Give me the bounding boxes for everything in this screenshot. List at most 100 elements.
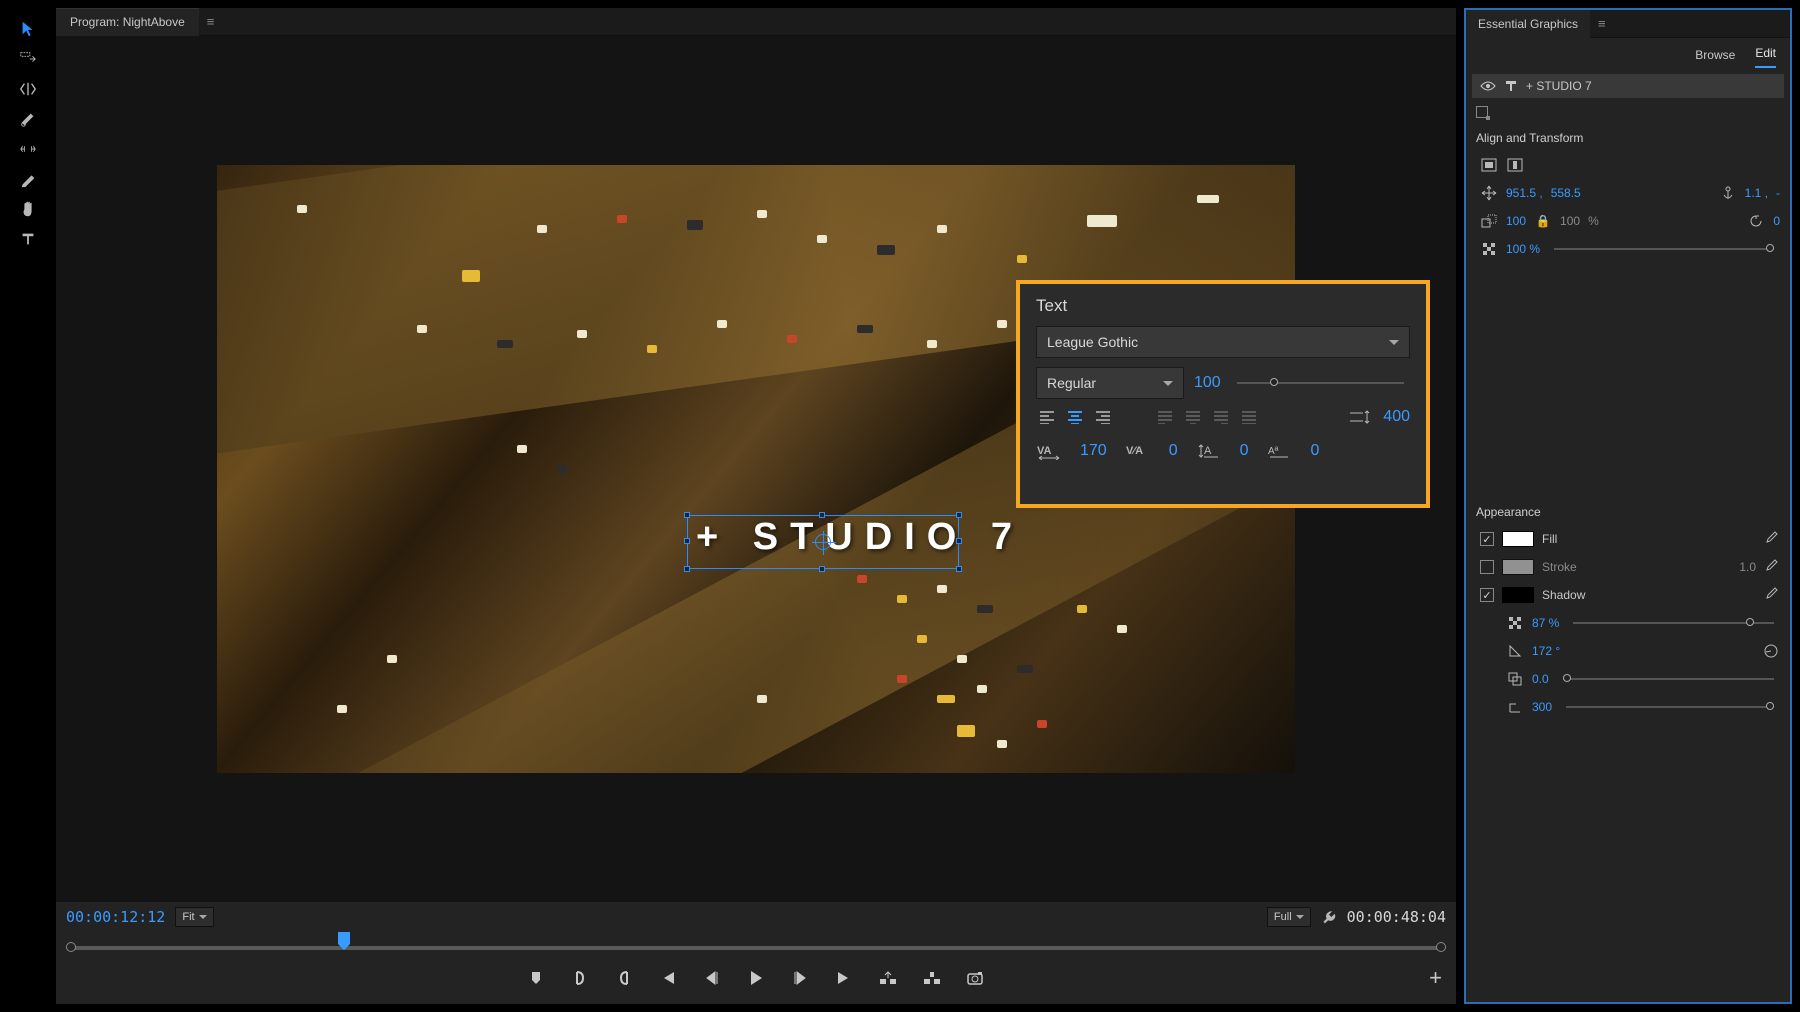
- selection-tool[interactable]: [13, 18, 43, 40]
- opacity-slider[interactable]: [1554, 248, 1774, 250]
- justify-last-center-icon[interactable]: [1182, 407, 1204, 427]
- pen-tool[interactable]: [13, 168, 43, 190]
- visibility-icon[interactable]: [1480, 80, 1496, 92]
- anchor-point-icon[interactable]: [815, 534, 831, 550]
- align-horizontal-icon[interactable]: [1480, 156, 1498, 174]
- step-back-icon[interactable]: [702, 968, 722, 988]
- settings-icon[interactable]: [1321, 909, 1337, 925]
- razor-tool[interactable]: [13, 108, 43, 130]
- step-forward-icon[interactable]: [790, 968, 810, 988]
- justify-all-icon[interactable]: [1238, 407, 1260, 427]
- hand-tool[interactable]: [13, 198, 43, 220]
- shadow-distance-slider[interactable]: [1563, 678, 1774, 680]
- text-section-highlight: Text League Gothic Regular 100 400: [1016, 280, 1430, 508]
- align-center-icon[interactable]: [1064, 407, 1086, 427]
- tsume-icon: Aª: [1267, 441, 1293, 461]
- tab-browse[interactable]: Browse: [1695, 48, 1735, 68]
- shadow-checkbox[interactable]: [1480, 588, 1494, 602]
- out-point-icon[interactable]: [614, 968, 634, 988]
- lift-icon[interactable]: [878, 968, 898, 988]
- text-selection-box[interactable]: + STUDIO 7: [687, 515, 959, 569]
- mark-in-icon[interactable]: [526, 968, 546, 988]
- shadow-distance[interactable]: 0.0: [1532, 672, 1549, 686]
- transport-bar: 00:00:12:12 Fit Full 00:00:48:04: [56, 902, 1456, 1004]
- distance-icon: [1506, 670, 1524, 688]
- zoom-dropdown[interactable]: Fit: [175, 907, 213, 927]
- panel-title[interactable]: Essential Graphics: [1466, 10, 1590, 38]
- stroke-checkbox[interactable]: [1480, 560, 1494, 574]
- add-button[interactable]: +: [1429, 965, 1442, 991]
- layer-row[interactable]: + STUDIO 7: [1472, 74, 1784, 98]
- fill-checkbox[interactable]: [1480, 532, 1494, 546]
- panel-menu-icon[interactable]: ≡: [1598, 16, 1606, 31]
- align-right-icon[interactable]: [1092, 407, 1114, 427]
- anchor-x[interactable]: 1.1 ,: [1745, 186, 1768, 200]
- shadow-blur-slider[interactable]: [1566, 706, 1774, 708]
- resolution-dropdown[interactable]: Full: [1267, 907, 1311, 927]
- playhead-icon[interactable]: [338, 932, 350, 944]
- stroke-label: Stroke: [1542, 560, 1577, 574]
- opacity-icon: [1506, 614, 1524, 632]
- in-point-icon[interactable]: [570, 968, 590, 988]
- panel-menu-icon[interactable]: ≡: [207, 14, 215, 29]
- current-timecode[interactable]: 00:00:12:12: [66, 908, 165, 926]
- tab-edit[interactable]: Edit: [1755, 46, 1776, 68]
- angle-icon: [1506, 642, 1524, 660]
- svg-text:Aª: Aª: [1268, 446, 1279, 457]
- slip-tool[interactable]: [13, 138, 43, 160]
- ripple-edit-tool[interactable]: [13, 78, 43, 100]
- export-frame-icon[interactable]: [966, 968, 986, 988]
- track-select-tool[interactable]: [13, 48, 43, 70]
- leading-value[interactable]: 400: [1383, 408, 1410, 426]
- stroke-width[interactable]: 1.0: [1739, 560, 1756, 574]
- go-to-in-icon[interactable]: [658, 968, 678, 988]
- angle-dial-icon[interactable]: [1762, 642, 1780, 660]
- mini-timeline[interactable]: [66, 932, 1446, 958]
- program-tab[interactable]: Program: NightAbove: [56, 8, 199, 36]
- responsive-pin-icon[interactable]: [1476, 106, 1488, 118]
- rotation-value[interactable]: 0: [1773, 214, 1780, 228]
- shadow-swatch[interactable]: [1502, 587, 1534, 603]
- position-y[interactable]: 558.5: [1551, 186, 1581, 200]
- fill-label: Fill: [1542, 532, 1557, 546]
- left-toolbox: [8, 18, 48, 250]
- baseline-value[interactable]: 0: [1240, 442, 1249, 460]
- scale-lock-icon[interactable]: 🔒: [1534, 212, 1552, 230]
- align-left-icon[interactable]: [1036, 407, 1058, 427]
- svg-text:VA: VA: [1037, 445, 1052, 457]
- shadow-angle[interactable]: 172 °: [1532, 644, 1560, 658]
- align-vertical-icon[interactable]: [1506, 156, 1524, 174]
- play-button[interactable]: [746, 968, 766, 988]
- anchor-y[interactable]: -: [1776, 186, 1780, 200]
- shadow-opacity-slider[interactable]: [1573, 622, 1774, 624]
- text-layer-icon: [1504, 79, 1518, 93]
- duration-timecode: 00:00:48:04: [1347, 908, 1446, 926]
- fill-swatch[interactable]: [1502, 531, 1534, 547]
- shadow-opacity[interactable]: 87 %: [1532, 616, 1559, 630]
- kerning-value[interactable]: 0: [1169, 442, 1178, 460]
- opacity-value[interactable]: 100 %: [1506, 242, 1540, 256]
- tsume-value[interactable]: 0: [1311, 442, 1320, 460]
- eyedropper-icon[interactable]: [1764, 559, 1780, 575]
- font-size-slider[interactable]: [1237, 382, 1404, 384]
- font-size[interactable]: 100: [1194, 374, 1221, 392]
- scale-w[interactable]: 100: [1506, 214, 1526, 228]
- justify-last-left-icon[interactable]: [1154, 407, 1176, 427]
- kerning-icon: V⁄A: [1125, 441, 1151, 461]
- tracking-value[interactable]: 170: [1080, 442, 1107, 460]
- svg-text:V⁄A: V⁄A: [1126, 445, 1143, 457]
- blur-icon: [1506, 698, 1524, 716]
- eyedropper-icon[interactable]: [1764, 587, 1780, 603]
- position-x[interactable]: 951.5 ,: [1506, 186, 1543, 200]
- font-style-dropdown[interactable]: Regular: [1036, 367, 1184, 399]
- justify-last-right-icon[interactable]: [1210, 407, 1232, 427]
- baseline-shift-icon: A: [1196, 441, 1222, 461]
- extract-icon[interactable]: [922, 968, 942, 988]
- go-to-out-icon[interactable]: [834, 968, 854, 988]
- type-tool[interactable]: [13, 228, 43, 250]
- stroke-swatch[interactable]: [1502, 559, 1534, 575]
- eyedropper-icon[interactable]: [1764, 531, 1780, 547]
- shadow-blur[interactable]: 300: [1532, 700, 1552, 714]
- font-family-dropdown[interactable]: League Gothic: [1036, 326, 1410, 358]
- title-text[interactable]: + STUDIO 7: [688, 512, 1032, 562]
